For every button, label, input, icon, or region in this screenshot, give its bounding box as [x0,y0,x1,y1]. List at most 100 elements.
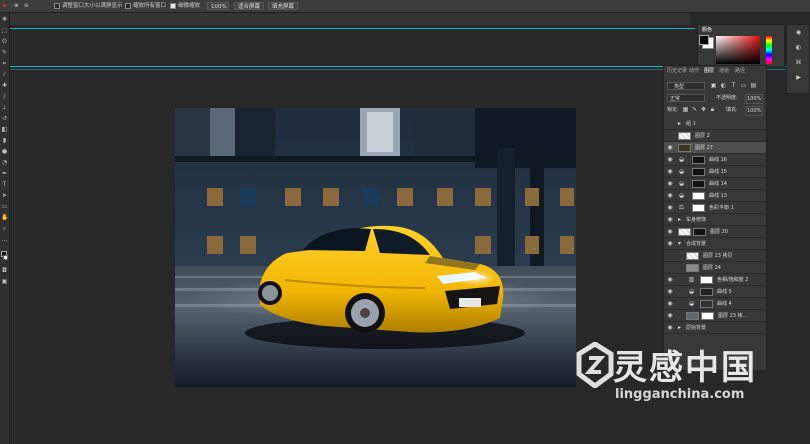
crop-tool-icon[interactable]: ⌗ [1,60,8,67]
tab-layers[interactable]: 图层 [704,67,714,75]
color-field[interactable] [716,36,760,64]
filter-pixel-icon[interactable]: ▣ [710,82,717,89]
visibility-off-icon[interactable] [666,120,674,128]
background-color-swatch[interactable] [3,255,8,260]
layer-row[interactable]: ◉ ◒ 曲线 15 [664,166,766,178]
visibility-icon[interactable]: ◉ [666,240,674,248]
layer-row[interactable]: ◉ ▥ 色相/饱和度 2 [664,274,766,286]
layer-row[interactable]: ◉ ◒ 曲线 4 [664,298,766,310]
layer-name: 图层 20 [710,229,728,235]
lock-image-icon[interactable]: ✎ [691,106,698,113]
layer-row-selected[interactable]: ◉ 图层 27 [664,142,766,154]
fill-input[interactable]: 100% [745,106,764,116]
adjustments-icon[interactable]: ◐ [795,44,802,51]
visibility-icon[interactable]: ◉ [666,312,674,320]
layer-row[interactable]: ◉ ▸ 车身修饰 [664,214,766,226]
type-tool-icon[interactable]: T [1,181,8,188]
swatches-icon[interactable]: ◉ [795,29,802,36]
curves-icon: ◒ [688,288,695,295]
dodge-tool-icon[interactable]: ◔ [1,159,8,166]
layer-row[interactable]: ◉ ◒ 曲线 13 [664,190,766,202]
layer-row[interactable]: ▸ 组 1 [664,118,766,130]
lasso-tool-icon[interactable]: ʘ [1,38,8,45]
lock-all-icon[interactable]: 🔒︎ [709,106,716,113]
filter-smart-icon[interactable]: ▤ [750,82,757,89]
blur-tool-icon[interactable]: ● [1,148,8,155]
layer-row[interactable]: ◉ ▾ 合成背景 [664,238,766,250]
brush-tool-icon[interactable]: ∕ [1,93,8,100]
filter-shape-icon[interactable]: ▭ [740,82,747,89]
layer-row[interactable]: ◉ 图层 23 拷... [664,310,766,322]
foreground-swatch[interactable] [699,35,709,45]
zoom-tool-icon[interactable]: ⊕ [2,2,7,10]
visibility-icon[interactable]: ◉ [666,276,674,284]
path-select-tool-icon[interactable]: ➤ [1,192,8,199]
zoom-out-icon[interactable]: ⊖ [24,2,29,10]
tab-actions[interactable]: 动作 [689,67,699,75]
visibility-icon[interactable]: ◉ [666,216,674,224]
healing-brush-tool-icon[interactable]: ✚ [1,82,8,89]
layer-row[interactable]: ◉ ◒ 曲线 5 [664,286,766,298]
move-tool-icon[interactable]: ✥ [1,16,8,23]
kind-filter-select[interactable]: 类型 [667,82,705,90]
filter-adjustment-icon[interactable]: ◐ [720,82,727,89]
document-canvas[interactable] [175,108,576,387]
visibility-off-icon[interactable] [666,252,674,260]
layer-row[interactable]: ◉ ⚖ 色彩平衡 1 [664,202,766,214]
color-panel: 颜色 [697,24,785,68]
blend-mode-select[interactable]: 正常 [667,94,705,102]
actions-icon[interactable]: ▶ [795,74,802,81]
quick-select-tool-icon[interactable]: ✎ [1,49,8,56]
hue-slider[interactable] [766,36,772,64]
shape-tool-icon[interactable]: ▭ [1,203,8,210]
zoom-100-button[interactable]: 100% [207,2,229,10]
color-panel-tab[interactable]: 颜色 [702,26,712,34]
visibility-icon[interactable]: ◉ [666,324,674,332]
filter-type-icon[interactable]: T [730,82,737,89]
more-tools-icon[interactable]: … [1,236,8,243]
properties-icon[interactable]: ⌘ [795,59,802,66]
layer-row[interactable]: ◉ 图层 20 [664,226,766,238]
layer-row[interactable]: ◉ ◒ 曲线 16 [664,154,766,166]
resize-windows-checkbox[interactable] [54,3,60,9]
zoom-all-checkbox[interactable] [125,3,131,9]
lock-transparent-icon[interactable]: ▦ [682,106,689,113]
layer-row[interactable]: 图层 24 [664,262,766,274]
screen-mode-icon[interactable]: ▣ [1,278,8,285]
clone-stamp-tool-icon[interactable]: ⊥ [1,104,8,111]
layer-row[interactable]: ◉ ▸ 原始背景 [664,322,766,334]
fill-screen-button[interactable]: 填充屏幕 [268,2,299,10]
zoom-in-icon[interactable]: ⊕ [14,2,19,10]
visibility-icon[interactable]: ◉ [666,228,674,236]
visibility-icon[interactable]: ◉ [666,288,674,296]
fit-screen-button[interactable]: 适合屏幕 [234,2,265,10]
tab-paths[interactable]: 路径 [735,67,745,75]
folder-icon: ▸ [677,216,681,223]
history-brush-tool-icon[interactable]: ↺ [1,115,8,122]
visibility-icon[interactable]: ◉ [666,300,674,308]
visibility-icon[interactable]: ◉ [666,192,674,200]
visibility-icon[interactable]: ◉ [666,180,674,188]
visibility-off-icon[interactable] [666,264,674,272]
visibility-off-icon[interactable] [666,132,674,140]
marquee-tool-icon[interactable]: ⬚ [1,27,8,34]
eraser-tool-icon[interactable]: ◧ [1,126,8,133]
quick-mask-icon[interactable]: ◘ [1,267,8,274]
layer-row[interactable]: ◉ ◒ 曲线 14 [664,178,766,190]
zoom-tool-sidebar-icon[interactable]: ⌕ [1,225,8,232]
pen-tool-icon[interactable]: ✒ [1,170,8,177]
gradient-tool-icon[interactable]: ▮ [1,137,8,144]
layer-row[interactable]: 图层 2 [664,130,766,142]
scrubby-zoom-checkbox[interactable] [170,3,176,9]
visibility-icon[interactable]: ◉ [666,204,674,212]
hand-tool-icon[interactable]: ✋ [1,214,8,221]
visibility-icon[interactable]: ◉ [666,168,674,176]
visibility-icon[interactable]: ◉ [666,156,674,164]
tab-channels[interactable]: 通道 [719,67,729,75]
layer-row[interactable]: 图层 23 拷贝 [664,250,766,262]
lock-position-icon[interactable]: ✥ [700,106,707,113]
visibility-icon[interactable]: ◉ [666,144,674,152]
eyedropper-tool-icon[interactable]: ⁄ [1,71,8,78]
tab-history[interactable]: 历史记录 [667,67,687,75]
opacity-input[interactable]: 100% [745,94,764,104]
